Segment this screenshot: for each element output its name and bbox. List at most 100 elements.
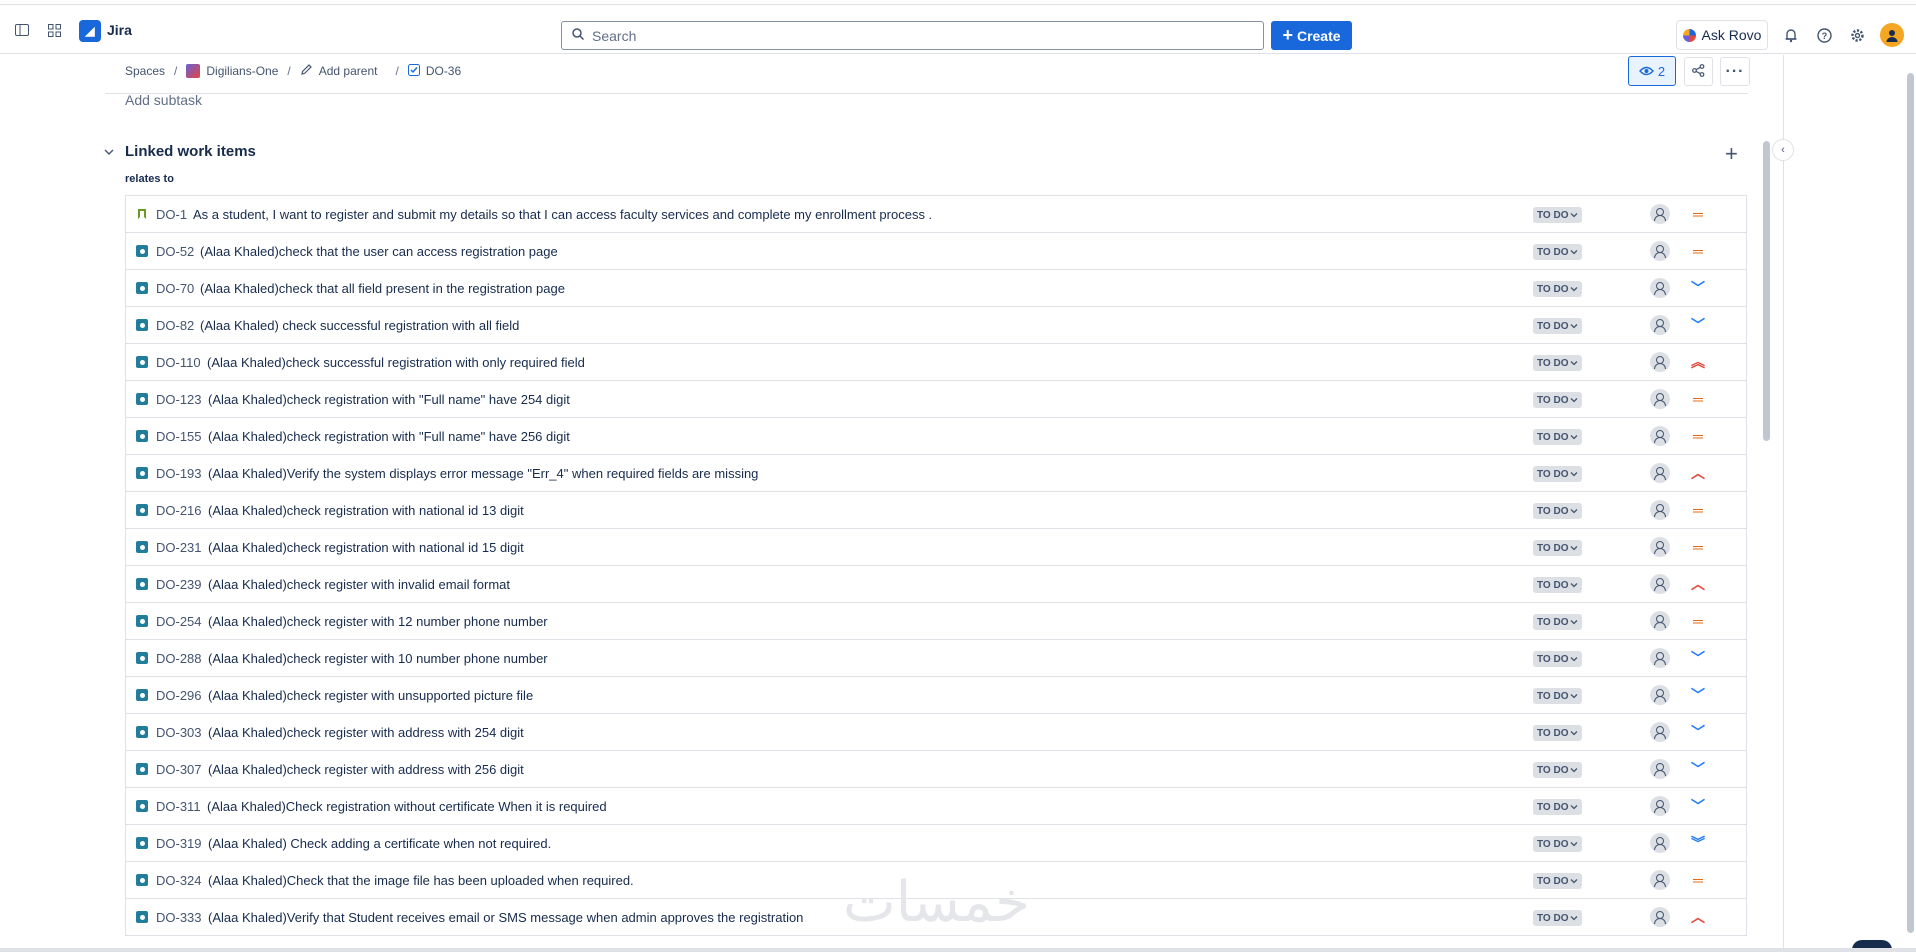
person-icon[interactable] (1650, 759, 1670, 779)
item-key[interactable]: DO-254 (156, 614, 202, 629)
status-dropdown[interactable]: TO DO (1533, 466, 1583, 482)
linked-item-row[interactable]: DO-110 (Alaa Khaled)check successful regi… (125, 344, 1747, 381)
user-avatar[interactable] (1880, 23, 1904, 47)
item-summary[interactable]: (Alaa Khaled) check successful registrat… (200, 318, 519, 333)
linked-item-row[interactable]: DO-319 (Alaa Khaled) Check adding a certi… (125, 825, 1747, 862)
status-dropdown[interactable]: TO DO (1533, 762, 1583, 778)
item-summary[interactable]: (Alaa Khaled)check register with unsuppo… (208, 688, 533, 703)
item-key[interactable]: DO-239 (156, 577, 202, 592)
share-button[interactable] (1684, 57, 1713, 86)
scrollbar-thumb[interactable] (1907, 73, 1914, 933)
item-summary[interactable]: (Alaa Khaled)Check registration without … (207, 799, 607, 814)
item-summary[interactable]: (Alaa Khaled)check that all field presen… (200, 281, 565, 296)
priority-high-icon[interactable]: ︿ (1688, 463, 1708, 483)
item-key[interactable]: DO-231 (156, 540, 202, 555)
priority-highest-icon[interactable]: ︽ (1688, 352, 1708, 372)
content-scrollbar[interactable] (1761, 55, 1771, 952)
app-switcher-icon[interactable] (40, 16, 68, 44)
breadcrumb-spaces[interactable]: Spaces (125, 64, 165, 78)
item-summary[interactable]: (Alaa Khaled)check register with 10 numb… (208, 651, 548, 666)
watch-button[interactable]: 2 (1628, 56, 1676, 86)
item-key[interactable]: DO-123 (156, 392, 202, 407)
item-summary[interactable]: (Alaa Khaled)check registration with "Fu… (208, 429, 570, 444)
status-dropdown[interactable]: TO DO (1533, 688, 1583, 704)
scrollbar-thumb[interactable] (1763, 141, 1770, 441)
item-key[interactable]: DO-307 (156, 762, 202, 777)
status-dropdown[interactable]: TO DO (1533, 207, 1583, 223)
status-dropdown[interactable]: TO DO (1533, 577, 1583, 593)
item-summary[interactable]: (Alaa Khaled)check register with address… (208, 725, 524, 740)
person-icon[interactable] (1650, 870, 1670, 890)
status-dropdown[interactable]: TO DO (1533, 725, 1583, 741)
status-dropdown[interactable]: TO DO (1533, 910, 1583, 926)
status-dropdown[interactable]: TO DO (1533, 799, 1583, 815)
priority-high-icon[interactable]: ︿ (1688, 907, 1708, 927)
priority-low-icon[interactable]: ﹀ (1688, 796, 1708, 816)
item-key[interactable]: DO-319 (156, 836, 202, 851)
item-summary[interactable]: (Alaa Khaled)Verify the system displays … (208, 466, 758, 481)
priority-medium-icon[interactable]: ═ (1688, 389, 1708, 409)
linked-item-row[interactable]: DO-307 (Alaa Khaled)check register with a… (125, 751, 1747, 788)
person-icon[interactable] (1650, 500, 1670, 520)
status-dropdown[interactable]: TO DO (1533, 836, 1583, 852)
linked-item-row[interactable]: DO-70 (Alaa Khaled)check that all field p… (125, 270, 1747, 307)
item-key[interactable]: DO-311 (156, 799, 201, 814)
item-key[interactable]: DO-155 (156, 429, 202, 444)
linked-item-row[interactable]: DO-155 (Alaa Khaled)check registration wi… (125, 418, 1747, 455)
create-button[interactable]: + Create (1271, 21, 1352, 50)
person-icon[interactable] (1650, 426, 1670, 446)
item-key[interactable]: DO-110 (156, 355, 201, 370)
priority-medium-icon[interactable]: ═ (1688, 241, 1708, 261)
person-icon[interactable] (1650, 315, 1670, 335)
linked-item-row[interactable]: DO-239 (Alaa Khaled)check register with i… (125, 566, 1747, 603)
app-title[interactable]: Jira (107, 22, 132, 38)
item-summary[interactable]: (Alaa Khaled)check registration with "Fu… (208, 392, 570, 407)
item-key[interactable]: DO-303 (156, 725, 202, 740)
breadcrumb-add-parent[interactable]: Add parent (319, 64, 378, 78)
priority-high-icon[interactable]: ︿ (1688, 574, 1708, 594)
status-dropdown[interactable]: TO DO (1533, 540, 1583, 556)
person-icon[interactable] (1650, 685, 1670, 705)
status-dropdown[interactable]: TO DO (1533, 355, 1583, 371)
priority-medium-icon[interactable]: ═ (1688, 204, 1708, 224)
person-icon[interactable] (1650, 352, 1670, 372)
person-icon[interactable] (1650, 907, 1670, 927)
priority-medium-icon[interactable]: ═ (1688, 537, 1708, 557)
bell-icon[interactable] (1777, 21, 1805, 49)
add-subtask-link[interactable]: Add subtask (125, 92, 202, 108)
item-key[interactable]: DO-296 (156, 688, 202, 703)
priority-medium-icon[interactable]: ═ (1688, 611, 1708, 631)
chevron-left-icon[interactable]: ‹ (1772, 139, 1794, 161)
help-icon[interactable]: ? (1810, 21, 1838, 49)
linked-item-row[interactable]: DO-296 (Alaa Khaled)check register with u… (125, 677, 1747, 714)
linked-item-row[interactable]: DO-303 (Alaa Khaled)check register with a… (125, 714, 1747, 751)
person-icon[interactable] (1650, 463, 1670, 483)
priority-medium-icon[interactable]: ═ (1688, 870, 1708, 890)
person-icon[interactable] (1650, 833, 1670, 853)
person-icon[interactable] (1650, 796, 1670, 816)
item-key[interactable]: DO-324 (156, 873, 202, 888)
priority-medium-icon[interactable]: ═ (1688, 500, 1708, 520)
priority-low-icon[interactable]: ﹀ (1688, 722, 1708, 742)
item-key[interactable]: DO-288 (156, 651, 202, 666)
linked-item-row[interactable]: DO-231 (Alaa Khaled)check registration wi… (125, 529, 1747, 566)
item-summary[interactable]: (Alaa Khaled)check registration with nat… (208, 503, 524, 518)
item-key[interactable]: DO-1 (156, 207, 187, 222)
item-summary[interactable]: (Alaa Khaled)check that the user can acc… (200, 244, 558, 259)
person-icon[interactable] (1650, 611, 1670, 631)
person-icon[interactable] (1650, 648, 1670, 668)
page-scrollbar[interactable] (1904, 55, 1916, 952)
breadcrumb-issue-key[interactable]: DO-36 (426, 64, 461, 78)
chevron-down-icon[interactable] (104, 145, 114, 159)
status-dropdown[interactable]: TO DO (1533, 429, 1583, 445)
linked-item-row[interactable]: DO-193 (Alaa Khaled)Verify the system dis… (125, 455, 1747, 492)
gear-icon[interactable] (1843, 21, 1871, 49)
status-dropdown[interactable]: TO DO (1533, 318, 1583, 334)
linked-item-row[interactable]: DO-216 (Alaa Khaled)check registration wi… (125, 492, 1747, 529)
linked-item-row[interactable]: DO-288 (Alaa Khaled)check register with 1… (125, 640, 1747, 677)
ask-rovo-button[interactable]: Ask Rovo (1676, 20, 1768, 50)
person-icon[interactable] (1650, 574, 1670, 594)
item-summary[interactable]: (Alaa Khaled)Verify that Student receive… (208, 910, 803, 925)
person-icon[interactable] (1650, 278, 1670, 298)
item-summary[interactable]: As a student, I want to register and sub… (193, 207, 932, 222)
